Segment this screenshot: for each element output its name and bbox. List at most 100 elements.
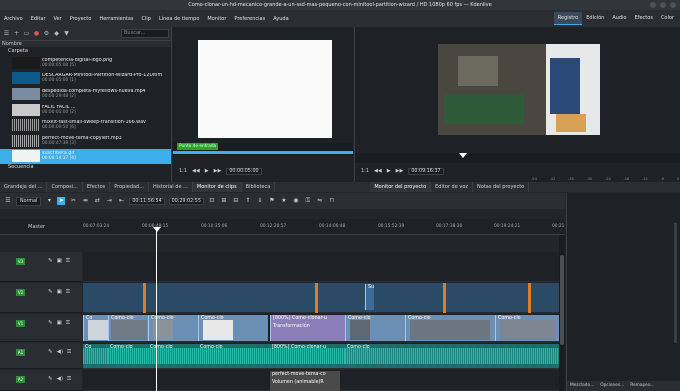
menu-monitor[interactable]: Monitor [203,16,230,22]
menu-herramientas[interactable]: Herramientas [95,16,137,22]
timeline-clip[interactable]: Como-clo [345,315,405,341]
folder-icon[interactable]: ▭ [23,30,30,37]
menu-proyecto[interactable]: Proyecto [66,16,96,22]
timeline-clip[interactable]: Como-clo [405,315,495,341]
overwrite-icon[interactable]: ⊟ [232,197,240,205]
timeline-clip[interactable]: Como-clo [108,315,148,341]
timeline-clip-transform[interactable]: [800%] Como-clonar-u Transformación [270,315,345,341]
timeline-clip[interactable]: Como-clo [198,315,268,341]
tab-voice-editor[interactable]: Editor de voz [431,182,474,192]
clip-timecode[interactable]: 00:00:05:00 [226,167,262,175]
audio-clip[interactable]: Como-clo [345,344,559,368]
scrollbar-thumb[interactable] [560,255,564,345]
mute-icon[interactable]: ◀) [57,376,63,383]
tab-properties[interactable]: Propiedad... [110,182,150,192]
marker-icon[interactable]: ⚑ [268,197,276,205]
bin-clip[interactable]: competencia-digital-logo.png 00:00:05:00… [0,55,171,71]
close-icon[interactable] [670,2,676,8]
tab-mixer[interactable]: Mezclado... [567,381,597,391]
play-icon[interactable]: ▶ [205,168,209,174]
project-timecode[interactable]: 00:09:16:37 [408,167,444,175]
music-clip[interactable]: perfect-move-tema-co Volumen (animable)R [270,371,340,391]
menu-preferencias[interactable]: Preferencias [230,16,269,22]
tab-library[interactable]: Biblioteca [242,182,276,192]
effect-icon[interactable]: ✎ [48,258,53,265]
ripple-tool-icon[interactable]: ⇥ [105,197,113,205]
track-header-v1[interactable]: V1 ✎ ▣ ⚿ [0,314,82,342]
bin-clip[interactable]: FÁCIL FÁCIL ... 00:00:05:00 [2] [0,102,171,118]
hide-track-icon[interactable]: ▣ [57,320,62,327]
hide-track-icon[interactable]: ▣ [57,289,62,296]
spacer-tool-icon[interactable]: ⇹ [81,197,89,205]
tab-options[interactable]: Opciones... [597,381,627,391]
panel-scrollbar[interactable] [674,223,677,343]
timeline-scrollbar[interactable] [559,235,565,391]
timeline-clip[interactable]: Co [83,315,108,341]
play-icon[interactable]: ▶ [387,168,391,174]
track-header-a1[interactable]: A1 ✎ ◀) ⚿ [0,343,82,369]
tab-history[interactable]: Historial de ... [149,182,193,192]
bin-clip[interactable]: mixkit-fast-small-sweep-transition-166.w… [0,117,171,133]
project-monitor-ruler[interactable] [355,153,680,163]
zoom-select[interactable]: 1:1 [361,168,369,174]
tab-project-monitor[interactable]: Monitor del proyecto [370,182,432,192]
slip-tool-icon[interactable]: ⇄ [93,197,101,205]
select-tool-icon[interactable]: ➤ [57,197,66,205]
track-header-a2[interactable]: A2 ✎ ◀) ⚿ [0,370,82,391]
effect-icon[interactable]: ✎ [48,289,53,296]
delete-icon[interactable]: ● [33,30,40,37]
play-forward-icon[interactable]: ▶▶ [396,168,404,174]
clip-monitor-screen[interactable] [198,40,332,138]
monitor-playhead-icon[interactable] [459,153,467,158]
bin-sequence-folder[interactable]: Secuencia [0,164,171,170]
maximize-icon[interactable] [660,2,666,8]
bin-clip[interactable]: perfect-move-tema-copyleft.mp3 00:00:47:… [0,133,171,149]
lock-icon[interactable]: ⚿ [304,197,312,205]
layout-color[interactable]: Color [657,12,678,25]
effect-icon[interactable]: ✎ [48,349,53,356]
menu-ver[interactable]: Ver [50,16,66,22]
chevron-down-icon[interactable]: ▾ [45,197,53,205]
tab-clip-monitor[interactable]: Monitor de clips [192,182,242,192]
favorite-icon[interactable]: ★ [280,197,288,205]
menu-ayuda[interactable]: Ayuda [269,16,292,22]
tab-project-bin[interactable]: Grandeja del ... [0,182,48,192]
bin-clip[interactable]: DESCARGAR-Minitool-Partition-Wizard-Pro-… [0,71,171,87]
minimize-icon[interactable] [650,2,656,8]
razor-tool-icon[interactable]: ✂ [69,197,77,205]
roll-tool-icon[interactable]: ⇤ [117,197,125,205]
play-forward-icon[interactable]: ▶▶ [214,168,222,174]
timeline-clip[interactable]: Su [365,284,374,310]
filter-icon[interactable]: ▼ [63,30,70,37]
preview-render-icon[interactable]: ◉ [292,197,300,205]
play-backward-icon[interactable]: ◀◀ [374,168,382,174]
zoom-select[interactable]: 1:1 [179,168,187,174]
track-lane-v1[interactable]: Co Como-clo Como-clo Como-clo [800%] Com… [83,314,559,342]
extract-icon[interactable]: ⇑ [244,197,252,205]
timeline-playhead[interactable] [156,230,157,391]
lock-icon[interactable]: ⚿ [67,349,71,356]
bin-clip-selected[interactable]: suscribeta.gif 00:00:14:37 [4] [0,148,171,165]
audio-clip[interactable]: Como-clo [108,344,148,368]
track-lane-v2[interactable]: Su [83,283,559,313]
lift-icon[interactable]: ⇓ [256,197,264,205]
tab-remap[interactable]: Remapeo... [627,381,657,391]
settings-icon[interactable]: ⚙ [43,30,50,37]
tab-effects[interactable]: Efectos [83,182,111,192]
snap-icon[interactable]: ⊓ [328,197,336,205]
audio-clip[interactable]: Como-clo [198,344,270,368]
hide-track-icon[interactable]: ▣ [57,258,62,265]
audio-clip[interactable]: Co [83,344,108,368]
split-audio-icon[interactable]: ⇋ [316,197,324,205]
effect-icon[interactable]: ✎ [48,376,53,383]
play-backward-icon[interactable]: ◀◀ [192,168,200,174]
track-lane-a2[interactable]: perfect-move-tema-co Volumen (animable)R [83,370,559,391]
lock-icon[interactable]: ⚿ [66,289,70,296]
layout-edicion[interactable]: Edición [582,12,608,25]
lock-icon[interactable]: ⚿ [66,258,70,265]
fit-zoom-icon[interactable]: ⊡ [208,197,216,205]
menu-linea-de-tiempo[interactable]: Línea de tiempo [155,16,203,22]
timeline-current-timecode[interactable]: 00:11:56:54 [129,197,165,205]
add-clip-icon[interactable]: + [13,30,20,37]
timeline-clip[interactable]: Como-clo [495,315,559,341]
